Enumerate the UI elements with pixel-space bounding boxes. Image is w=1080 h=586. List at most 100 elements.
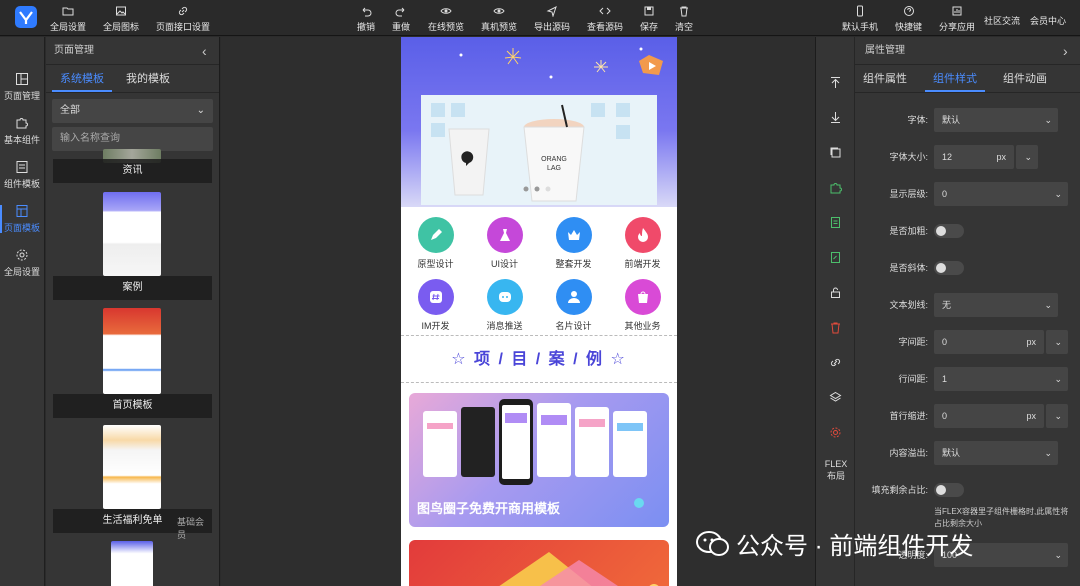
line-height-select[interactable]: 1 ⌄ — [934, 367, 1068, 391]
flex-fill-toggle[interactable] — [934, 483, 964, 497]
swiper-dot[interactable] — [545, 186, 551, 192]
nav-label: 页面模板 — [3, 223, 40, 233]
fireworks-decoration — [459, 47, 663, 79]
prop-row-text-indent: 首行缩进: 0 px ⌄ — [855, 404, 1080, 428]
category-select-value: 全部 — [60, 105, 80, 116]
tab-my-templates[interactable]: 我的模板 — [118, 65, 178, 92]
component-button[interactable] — [816, 170, 854, 205]
undo-icon — [362, 7, 372, 17]
banner-swiper[interactable]: ORANG LAG — [421, 95, 657, 205]
puzzle-icon — [830, 183, 842, 194]
service-item[interactable]: UI设计 — [470, 217, 539, 270]
template-panel: 页面管理 ‹ 系统模板 我的模板 全部 ⌄ 输入名称查询 资讯 案例 首页模板 — [46, 37, 220, 586]
prop-label: 字体: — [907, 115, 928, 125]
tab-component-animation[interactable]: 组件动画 — [995, 65, 1055, 92]
phone-preview[interactable]: ORANG LAG 原型设计 UI设计 整套开发 前端开发 IM开发 消息推送 … — [401, 37, 677, 586]
swiper-dot[interactable] — [523, 186, 529, 192]
device-preview-button[interactable]: 真机预览 — [481, 5, 517, 33]
template-card[interactable]: 案例 — [53, 192, 212, 300]
trash-icon — [830, 322, 840, 334]
prop-label: 填充剩余占比: — [871, 485, 928, 495]
online-preview-button[interactable]: 在线预览 — [428, 5, 464, 33]
nav-basic-components[interactable]: 基本组件 — [0, 109, 44, 153]
template-card[interactable] — [53, 541, 212, 586]
service-item[interactable]: 原型设计 — [401, 217, 470, 270]
undo-button[interactable]: 撤销 — [357, 5, 375, 33]
tab-component-style[interactable]: 组件样式 — [925, 65, 985, 92]
template-search-input[interactable]: 输入名称查询 — [52, 127, 213, 151]
default-phone-button[interactable]: 默认手机 — [842, 5, 878, 33]
opacity-select[interactable]: 100 ⌄ — [934, 543, 1068, 567]
nav-page-manage[interactable]: 页面管理 — [0, 65, 44, 109]
global-icons-button[interactable]: 全局图标 — [103, 5, 139, 33]
prop-row-z-index: 显示层级: 0 ⌄ — [855, 182, 1080, 206]
shortcut-keys-button[interactable]: 快捷键 — [895, 5, 922, 33]
category-select[interactable]: 全部 ⌄ — [52, 99, 213, 123]
tab-system-templates[interactable]: 系统模板 — [52, 65, 112, 92]
nav-page-templates[interactable]: 页面模板 — [0, 197, 44, 241]
nav-global-settings[interactable]: 全局设置 — [0, 241, 44, 285]
dress-icon — [486, 217, 523, 253]
copy-button[interactable] — [816, 135, 854, 170]
service-label: 名片设计 — [555, 321, 592, 331]
save-icon — [644, 6, 654, 16]
font-size-input[interactable]: 12 px — [934, 145, 1014, 169]
export-source-button[interactable]: 导出源码 — [534, 5, 570, 33]
service-item[interactable]: 前端开发 — [608, 217, 677, 270]
lock-button[interactable] — [816, 275, 854, 310]
toolbar-label: 社区交流 — [984, 16, 1021, 26]
community-link[interactable]: 社区交流 — [984, 14, 1020, 27]
service-item[interactable]: IM开发 — [401, 279, 470, 332]
toolbar-label: 撤销 — [357, 22, 376, 32]
italic-toggle[interactable] — [934, 261, 964, 275]
service-item[interactable]: 其他业务 — [608, 279, 677, 332]
service-item[interactable]: 整套开发 — [539, 217, 608, 270]
letter-spacing-input[interactable]: 0 px — [934, 330, 1044, 354]
move-top-button[interactable] — [816, 65, 854, 100]
global-settings-button[interactable]: 全局设置 — [50, 5, 86, 33]
bold-toggle[interactable] — [934, 224, 964, 238]
service-label: 消息推送 — [486, 321, 523, 331]
unit-select[interactable]: ⌄ — [1016, 145, 1038, 169]
left-nav-bar: 页面管理 基本组件 组件模板 页面模板 全局设置 — [0, 37, 45, 586]
z-index-select[interactable]: 0 ⌄ — [934, 182, 1068, 206]
chevron-left-icon[interactable]: ‹ — [202, 37, 207, 65]
template-card[interactable]: 资讯 — [53, 149, 212, 189]
link-button[interactable] — [816, 345, 854, 380]
tab-component-props[interactable]: 组件属性 — [855, 65, 915, 92]
edit-document-button[interactable] — [816, 240, 854, 275]
member-center-link[interactable]: 会员中心 — [1030, 14, 1066, 27]
settings-button[interactable] — [816, 415, 854, 450]
service-item[interactable]: 消息推送 — [470, 279, 539, 332]
unit-select[interactable]: ⌄ — [1046, 404, 1068, 428]
overflow-select[interactable]: 默认 ⌄ — [934, 441, 1058, 465]
save-button[interactable]: 保存 — [640, 5, 658, 33]
template-card[interactable]: 生活福利免单 基础会员 — [53, 425, 212, 540]
move-bottom-button[interactable] — [816, 100, 854, 135]
text-indent-input[interactable]: 0 px — [934, 404, 1044, 428]
template-card[interactable]: 首页模板 — [53, 308, 212, 418]
case-card[interactable]: 图鸟圈子免费开商用模板 — [409, 393, 669, 527]
shopping-bag-icon — [624, 279, 661, 315]
layers-button[interactable] — [816, 380, 854, 415]
case-card[interactable] — [409, 540, 669, 586]
text-decoration-select[interactable]: 无 ⌄ — [934, 293, 1058, 317]
document-icon — [830, 217, 840, 228]
swiper-dot[interactable] — [534, 186, 540, 192]
share-app-button[interactable]: 分享应用 — [939, 5, 975, 33]
font-select[interactable]: 默认 ⌄ — [934, 108, 1058, 132]
document-button[interactable] — [816, 205, 854, 240]
page-api-settings-button[interactable]: 页面接口设置 — [156, 5, 210, 33]
cup-brand-text: LAG — [547, 165, 561, 172]
redo-button[interactable]: 重做 — [392, 5, 410, 33]
nav-component-templates[interactable]: 组件模板 — [0, 153, 44, 197]
promo-image — [499, 552, 659, 586]
clear-button[interactable]: 清空 — [675, 5, 693, 33]
unit-select[interactable]: ⌄ — [1046, 330, 1068, 354]
service-item[interactable]: 名片设计 — [539, 279, 608, 332]
delete-button[interactable] — [816, 310, 854, 345]
chevron-right-icon[interactable]: › — [1063, 37, 1068, 65]
flex-layout-button[interactable]: FLEX布局 — [816, 450, 856, 482]
folder-icon — [62, 7, 74, 16]
view-source-button[interactable]: 查看源码 — [587, 5, 623, 33]
